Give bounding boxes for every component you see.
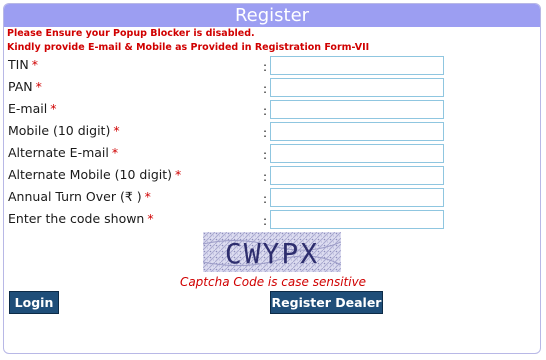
colon: :: [263, 60, 268, 74]
login-button[interactable]: Login: [9, 291, 59, 314]
captcha-image: CWYPX: [203, 232, 341, 272]
alternate-email-label: Alternate E-mail *: [8, 145, 119, 160]
mobile-row: Mobile (10 digit) * :: [7, 119, 447, 141]
annual-turnover-label: Annual Turn Over (₹ ) *: [8, 189, 151, 204]
alternate-email-row: Alternate E-mail * :: [7, 141, 447, 163]
mobile-input[interactable]: [270, 122, 444, 141]
colon: :: [263, 104, 268, 118]
annual-turnover-row: Annual Turn Over (₹ ) * :: [7, 185, 447, 207]
alternate-mobile-row: Alternate Mobile (10 digit) * :: [7, 163, 447, 185]
captcha-code-label: Enter the code shown *: [8, 211, 154, 226]
alternate-mobile-input[interactable]: [270, 166, 444, 185]
required-mark: *: [147, 211, 154, 226]
annual-turnover-input[interactable]: [270, 188, 444, 207]
required-mark: *: [35, 79, 42, 94]
email-input[interactable]: [270, 100, 444, 119]
form-vii-notice: Kindly provide E-mail & Mobile as Provid…: [7, 42, 370, 53]
captcha-text: CWYPX: [225, 237, 319, 270]
pan-label: PAN *: [8, 79, 42, 94]
register-dealer-button[interactable]: Register Dealer: [270, 291, 383, 314]
captcha-code-input[interactable]: [270, 210, 444, 229]
required-mark: *: [144, 189, 151, 204]
captcha-graphic: CWYPX: [203, 232, 341, 272]
captcha-note: Captcha Code is case sensitive: [179, 275, 367, 289]
tin-input[interactable]: [270, 56, 444, 75]
tin-row: TIN * :: [7, 53, 447, 75]
alternate-email-input[interactable]: [270, 144, 444, 163]
colon: :: [263, 126, 268, 140]
required-mark: *: [111, 145, 119, 160]
popup-blocker-notice: Please Ensure your Popup Blocker is disa…: [7, 28, 255, 39]
alternate-mobile-label: Alternate Mobile (10 digit) *: [8, 167, 182, 182]
form-title: Register: [4, 4, 540, 27]
colon: :: [263, 148, 268, 162]
captcha-code-row: Enter the code shown * :: [7, 207, 447, 229]
mobile-label: Mobile (10 digit) *: [8, 123, 120, 138]
pan-row: PAN * :: [7, 75, 447, 97]
colon: :: [263, 170, 268, 184]
required-mark: *: [175, 167, 182, 182]
required-mark: *: [113, 123, 120, 138]
tin-label: TIN *: [8, 57, 38, 72]
required-mark: *: [31, 57, 38, 72]
pan-input[interactable]: [270, 78, 444, 97]
email-label: E-mail *: [8, 101, 57, 116]
colon: :: [263, 192, 268, 206]
colon: :: [263, 214, 268, 228]
form-fields: TIN * : PAN * : E-mail * : Mobile (10 digit…: [7, 53, 447, 229]
required-mark: *: [50, 101, 57, 116]
colon: :: [263, 82, 268, 96]
email-row: E-mail * :: [7, 97, 447, 119]
